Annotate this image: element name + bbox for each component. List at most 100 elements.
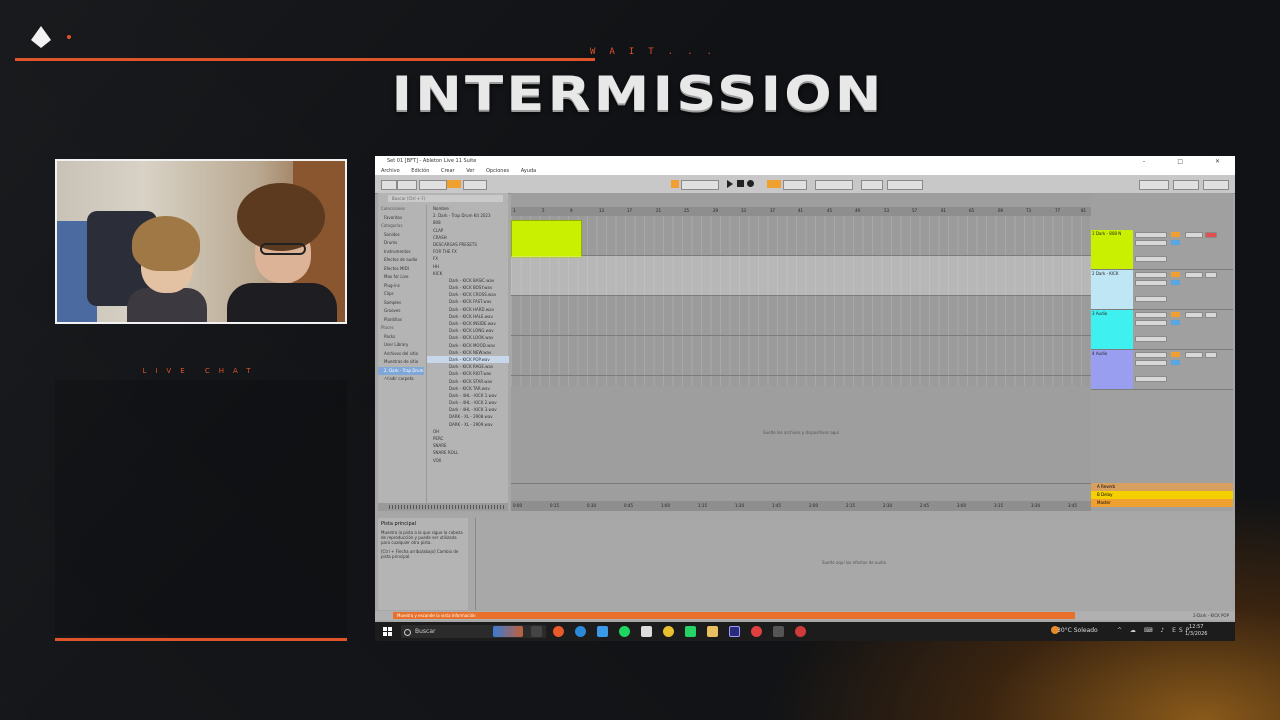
file-item[interactable]: Dark - KICK NEW.wav bbox=[427, 349, 509, 356]
punch-toggle[interactable] bbox=[861, 180, 883, 190]
metronome-toggle[interactable] bbox=[447, 180, 461, 188]
follow-toggle[interactable] bbox=[671, 180, 679, 188]
close-button[interactable]: ✕ bbox=[1215, 158, 1229, 165]
menu-ver[interactable]: Ver bbox=[466, 168, 474, 174]
track-header-4[interactable]: 4 Audio bbox=[1091, 350, 1233, 390]
folder-item[interactable]: OH bbox=[427, 428, 509, 435]
file-item[interactable]: Dark - KICK RAGE.wav bbox=[427, 363, 509, 370]
sidebar-item-drums[interactable]: Drums bbox=[378, 239, 424, 248]
folder-item[interactable]: KICK bbox=[427, 270, 509, 277]
browser-search-input[interactable]: Buscar (Ctrl + F) bbox=[388, 195, 503, 202]
folder-item[interactable]: CRASH bbox=[427, 234, 509, 241]
folder-item[interactable]: FX bbox=[427, 255, 509, 262]
sidebar-item-efectos-audio[interactable]: Efectos de audio bbox=[378, 256, 424, 265]
file-item[interactable]: Dark - KICK LONG.wav bbox=[427, 327, 509, 334]
sidebar-item-max-for-live[interactable]: Max for Live bbox=[378, 273, 424, 282]
return-track-a[interactable]: A Reverb bbox=[1091, 483, 1233, 491]
folder-item[interactable]: SNARE ROLL bbox=[427, 449, 509, 456]
track-header-1[interactable]: 1 Dark - 808 N bbox=[1091, 230, 1233, 270]
file-item[interactable]: Dark - 4HL - KICK 3.wav bbox=[427, 406, 509, 413]
sidebar-item-plugins[interactable]: Plug-ins bbox=[378, 282, 424, 291]
midi-clip[interactable] bbox=[511, 220, 582, 258]
file-item[interactable]: Dark - KICK CROSS.wav bbox=[427, 291, 509, 298]
file-item[interactable]: Dark - KICK RIOT.wav bbox=[427, 370, 509, 377]
file-item[interactable]: Dark - KICK BOSY.wav bbox=[427, 284, 509, 291]
sidebar-item-packs[interactable]: Packs bbox=[378, 333, 424, 342]
whatsapp-icon[interactable] bbox=[685, 626, 696, 637]
folder-item[interactable]: PERC bbox=[427, 435, 509, 442]
sidebar-item-archivos[interactable]: Archivos del sitio bbox=[378, 350, 424, 359]
record-icon[interactable] bbox=[747, 180, 754, 187]
arm-button[interactable] bbox=[1205, 352, 1217, 358]
mail-icon[interactable] bbox=[597, 626, 608, 637]
overdub-toggle[interactable] bbox=[767, 180, 781, 188]
minimize-button[interactable]: – bbox=[1142, 158, 1154, 165]
tempo-field[interactable] bbox=[397, 180, 417, 190]
file-explorer-icon[interactable] bbox=[707, 626, 718, 637]
sidebar-item-instrumentos[interactable]: Instrumentos bbox=[378, 248, 424, 257]
chrome-window-icon[interactable] bbox=[795, 626, 806, 637]
device-view[interactable]: Suelte aquí los efectos de audio bbox=[475, 518, 1232, 610]
input-channel[interactable] bbox=[1135, 280, 1167, 286]
arm-button[interactable] bbox=[1205, 312, 1217, 318]
input-channel[interactable] bbox=[1135, 240, 1167, 246]
edge-icon[interactable] bbox=[575, 626, 586, 637]
file-item[interactable]: Dark - KICK INSIDE.wav bbox=[427, 320, 509, 327]
track-lane-4[interactable] bbox=[511, 336, 1091, 376]
file-item[interactable]: Dark - KICK FAST.wav bbox=[427, 298, 509, 305]
arrangement-position-field[interactable] bbox=[681, 180, 719, 190]
track-lanes[interactable] bbox=[511, 216, 1091, 386]
sidebar-item-user-library[interactable]: User Library bbox=[378, 341, 424, 350]
file-item[interactable]: Dark - KICK HALE.wav bbox=[427, 313, 509, 320]
arm-button[interactable] bbox=[1205, 272, 1217, 278]
file-item[interactable]: DARK - XL - 2908.wav bbox=[427, 413, 509, 420]
maximize-button[interactable]: □ bbox=[1177, 158, 1192, 165]
copilot-icon[interactable] bbox=[553, 626, 564, 637]
weather-text[interactable]: 30°C Soleado bbox=[1057, 627, 1098, 634]
return-track-b[interactable]: B Delay bbox=[1091, 491, 1233, 499]
menu-opciones[interactable]: Opciones bbox=[486, 168, 509, 174]
menu-crear[interactable]: Crear bbox=[441, 168, 455, 174]
input-select[interactable] bbox=[1135, 272, 1167, 278]
file-item[interactable]: Dark - 4HL - KICK 1.wav bbox=[427, 392, 509, 399]
input-channel[interactable] bbox=[1135, 360, 1167, 366]
track-activator[interactable] bbox=[1171, 232, 1180, 237]
folder-item[interactable]: FOR THE FX bbox=[427, 248, 509, 255]
stop-icon[interactable] bbox=[737, 180, 744, 187]
file-item[interactable]: DARK - XL - 2909.wav bbox=[427, 421, 509, 428]
time-ruler[interactable]: 0:00 0:15 0:30 0:45 1:00 1:15 1:30 1:45 … bbox=[511, 501, 1091, 511]
volume-field[interactable] bbox=[1185, 352, 1203, 358]
key-map-toggle[interactable] bbox=[1139, 180, 1169, 190]
sidebar-item-clips[interactable]: Clips bbox=[378, 290, 424, 299]
ext-sync-toggle[interactable] bbox=[381, 180, 397, 190]
taskbar-clock[interactable]: 12:57 1/3/2026 bbox=[1185, 624, 1207, 638]
menu-edicion[interactable]: Edición bbox=[411, 168, 429, 174]
output-select[interactable] bbox=[1135, 256, 1167, 262]
output-select[interactable] bbox=[1135, 296, 1167, 302]
loop-start-field[interactable] bbox=[815, 180, 853, 190]
track-activator[interactable] bbox=[1171, 272, 1180, 277]
track-name[interactable]: 2 Dark - KICK bbox=[1091, 270, 1133, 309]
time-signature-field[interactable] bbox=[419, 180, 447, 190]
task-view-icon[interactable] bbox=[531, 626, 542, 637]
track-header-2[interactable]: 2 Dark - KICK bbox=[1091, 270, 1233, 310]
sidebar-item-plantillas[interactable]: Plantillas bbox=[378, 316, 424, 325]
sidebar-item-efectos-midi[interactable]: Efectos MIDI bbox=[378, 265, 424, 274]
file-item[interactable]: Dark - KICK HARD.wav bbox=[427, 306, 509, 313]
file-item[interactable]: Dark - KICK STAR.wav bbox=[427, 378, 509, 385]
file-item[interactable]: Dark - KICK BASIC.wav bbox=[427, 277, 509, 284]
track-header-3[interactable]: 3 Audio bbox=[1091, 310, 1233, 350]
input-select[interactable] bbox=[1135, 312, 1167, 318]
track-activator[interactable] bbox=[1171, 312, 1180, 317]
track-lane-2[interactable] bbox=[511, 256, 1091, 296]
widget-icon[interactable] bbox=[493, 626, 523, 637]
input-select[interactable] bbox=[1135, 352, 1167, 358]
sidebar-item-muestras[interactable]: Muestras de sitio bbox=[378, 358, 424, 367]
track-activator[interactable] bbox=[1171, 352, 1180, 357]
volume-field[interactable] bbox=[1185, 312, 1203, 318]
input-select[interactable] bbox=[1135, 232, 1167, 238]
sidebar-item-sonidos[interactable]: Sonidos bbox=[378, 231, 424, 240]
ableton-icon[interactable] bbox=[773, 626, 784, 637]
chrome-profile-icon[interactable] bbox=[751, 626, 762, 637]
sidebar-item-add-folder[interactable]: Añadir carpeta bbox=[378, 375, 424, 384]
